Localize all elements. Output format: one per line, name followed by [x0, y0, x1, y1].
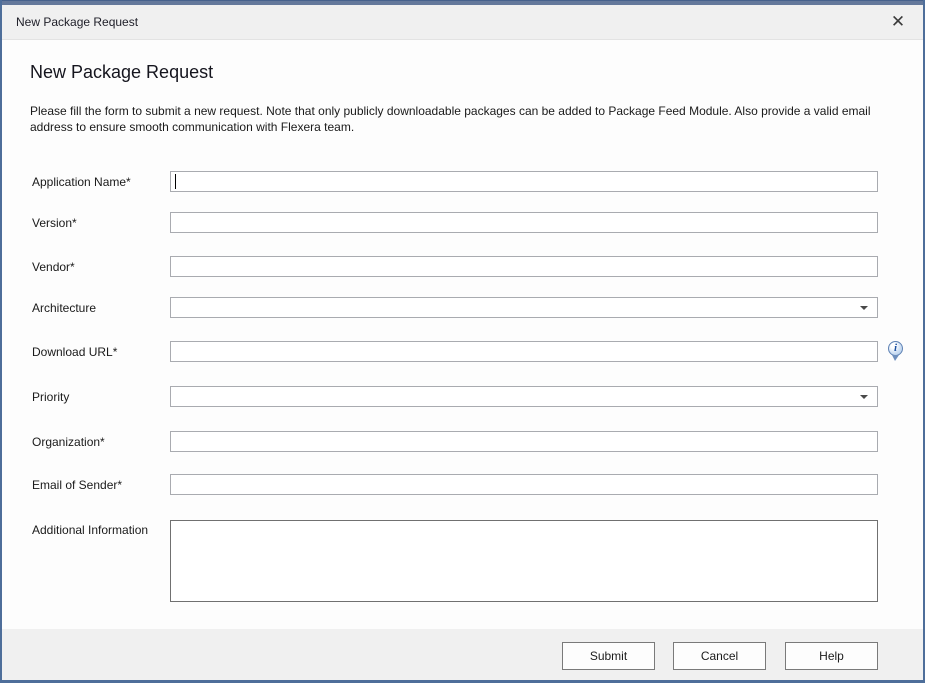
priority-select[interactable] [170, 386, 878, 407]
organization-label: Organization* [32, 435, 170, 449]
architecture-label: Architecture [32, 301, 170, 315]
cancel-button[interactable]: Cancel [673, 642, 766, 670]
architecture-select[interactable] [170, 297, 878, 318]
vendor-input[interactable] [170, 256, 878, 277]
dialog-window: New Package Request ✕ New Package Reques… [0, 0, 925, 683]
form-row-additional-info: Additional Information [32, 520, 878, 602]
close-icon[interactable]: ✕ [883, 7, 913, 37]
version-label: Version* [32, 216, 170, 230]
additional-information-textarea[interactable] [170, 520, 878, 602]
download-url-input[interactable] [170, 341, 878, 362]
form-row-architecture: Architecture [32, 297, 878, 318]
vendor-label: Vendor* [32, 260, 170, 274]
form-row-download-url: Download URL* i [32, 341, 878, 362]
email-of-sender-input[interactable] [170, 474, 878, 495]
version-input[interactable] [170, 212, 878, 233]
chevron-down-icon [860, 306, 868, 310]
download-url-label: Download URL* [32, 345, 170, 359]
text-caret [175, 174, 176, 189]
chevron-down-icon [860, 395, 868, 399]
dialog-content: New Package Request Please fill the form… [2, 41, 923, 626]
footer-bar: Submit Cancel Help [2, 629, 923, 680]
submit-button[interactable]: Submit [562, 642, 655, 670]
window-title: New Package Request [2, 15, 138, 29]
additional-information-label: Additional Information [32, 520, 170, 537]
info-icon[interactable]: i [888, 341, 904, 361]
titlebar: New Package Request ✕ [2, 5, 923, 40]
form-row-organization: Organization* [32, 431, 878, 452]
help-button[interactable]: Help [785, 642, 878, 670]
application-name-label: Application Name* [32, 175, 170, 189]
form-row-version: Version* [32, 212, 878, 233]
info-icon-tail [892, 355, 899, 361]
email-of-sender-label: Email of Sender* [32, 478, 170, 492]
form-row-application-name: Application Name* [32, 171, 878, 192]
priority-label: Priority [32, 390, 170, 404]
form-row-email: Email of Sender* [32, 474, 878, 495]
form-row-priority: Priority [32, 386, 878, 407]
info-icon-glyph: i [888, 341, 903, 356]
organization-input[interactable] [170, 431, 878, 452]
form-row-vendor: Vendor* [32, 256, 878, 277]
application-name-input[interactable] [170, 171, 878, 192]
request-form: Application Name* Version* Vendor* Archi… [2, 41, 923, 626]
